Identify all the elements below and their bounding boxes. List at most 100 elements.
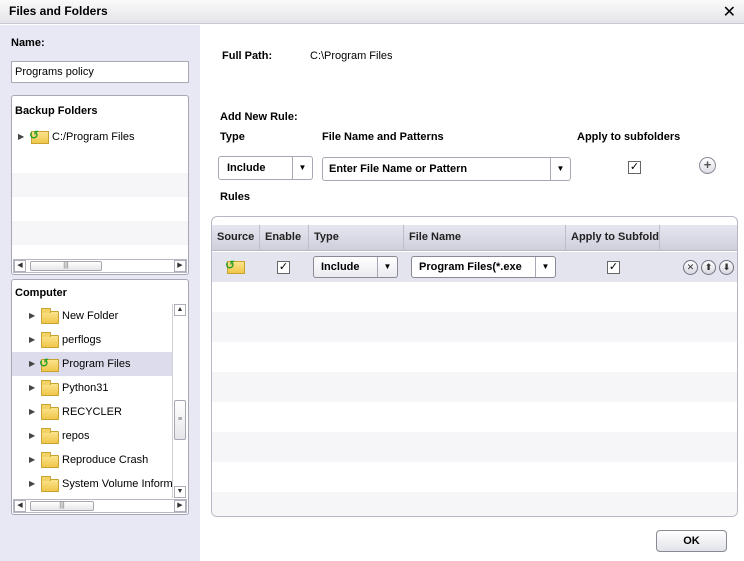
ok-button[interactable]: OK	[656, 530, 727, 552]
name-label: Name:	[11, 37, 45, 49]
tree-item-perflogs[interactable]: ▶ perflogs	[12, 328, 172, 352]
rules-heading: Rules	[220, 191, 250, 203]
type-select[interactable]: Include ▼	[218, 156, 313, 180]
backup-folders-heading: Backup Folders	[15, 105, 98, 117]
pattern-input[interactable]: Enter File Name or Pattern ▼	[322, 157, 571, 181]
scroll-down-icon[interactable]: ▼	[174, 486, 186, 498]
computer-hscrollbar[interactable]: ◀ ||| ▶	[13, 499, 187, 513]
arrow-down-icon[interactable]: ⬇	[719, 260, 734, 275]
restore-folder-icon: ↺	[39, 356, 59, 372]
tree-item-system-volume[interactable]: ▶ System Volume Information	[12, 472, 172, 496]
folder-icon	[41, 404, 59, 420]
tree-item-label: perflogs	[62, 334, 102, 346]
apply-subfolders-checkbox[interactable]: ✓	[628, 161, 641, 174]
rules-grid-header: Source Enable Type File Name Apply to Su…	[212, 225, 737, 251]
col-file-name[interactable]: File Name	[404, 225, 566, 250]
scroll-thumb[interactable]: |||	[30, 261, 102, 271]
rule-apply-subfolders-checkbox[interactable]: ✓	[607, 261, 620, 274]
expand-arrow-icon[interactable]: ▶	[29, 455, 35, 464]
backup-folder-item[interactable]: ▶ ↺ C:/Program Files	[12, 125, 188, 149]
col-source[interactable]: Source	[212, 225, 260, 250]
table-row[interactable]: ↺ ✓ Include ▼ Program Files(*.exe ▼ ✓ ✕ …	[212, 252, 737, 282]
rule-file-name-value: Program Files(*.exe	[419, 261, 522, 273]
chevron-down-icon[interactable]: ▼	[292, 157, 312, 179]
restore-folder-icon: ↺	[225, 258, 245, 274]
rule-file-name-input[interactable]: Program Files(*.exe ▼	[411, 256, 556, 278]
col-enable[interactable]: Enable	[260, 225, 309, 250]
arrow-up-icon[interactable]: ⬆	[701, 260, 716, 275]
expand-arrow-icon[interactable]: ▶	[29, 359, 35, 368]
type-label: Type	[220, 131, 245, 143]
check-icon: ✓	[608, 261, 619, 273]
scroll-thumb[interactable]: ≡	[174, 400, 186, 440]
full-path-value: C:\Program Files	[310, 50, 393, 62]
tree-item-new-folder[interactable]: ▶ New Folder	[12, 304, 172, 328]
scroll-right-icon[interactable]: ▶	[174, 500, 186, 512]
expand-arrow-icon[interactable]: ▶	[29, 383, 35, 392]
left-panel: Name: Programs policy Backup Folders ▶ ↺…	[0, 25, 200, 561]
tree-item-label: Python31	[62, 382, 109, 394]
folder-icon	[41, 380, 59, 396]
tree-item-repos[interactable]: ▶ repos	[12, 424, 172, 448]
scroll-left-icon[interactable]: ◀	[14, 500, 26, 512]
tree-item-python31[interactable]: ▶ Python31	[12, 376, 172, 400]
check-icon: ✓	[629, 161, 640, 173]
scroll-right-icon[interactable]: ▶	[174, 260, 186, 272]
tree-item-label: Reproduce Crash	[62, 454, 149, 466]
row-stripe	[212, 492, 737, 516]
tree-item-recycler[interactable]: ▶ RECYCLER	[12, 400, 172, 424]
row-stripe	[212, 432, 737, 462]
chevron-down-icon[interactable]: ▼	[377, 257, 397, 277]
pattern-label: File Name and Patterns	[322, 131, 444, 143]
enable-checkbox[interactable]: ✓	[277, 261, 290, 274]
scroll-up-icon[interactable]: ▲	[174, 304, 186, 316]
type-select-value: Include	[227, 162, 266, 174]
col-apply-subfolders[interactable]: Apply to Subfolders	[566, 225, 660, 250]
chevron-down-icon[interactable]: ▼	[550, 158, 570, 180]
rule-type-select[interactable]: Include ▼	[313, 256, 398, 278]
close-icon[interactable]: ✕	[723, 2, 736, 22]
tree-item-reproduce-crash[interactable]: ▶ Reproduce Crash	[12, 448, 172, 472]
expand-arrow-icon[interactable]: ▶	[29, 479, 35, 488]
window-title: Files and Folders	[9, 4, 108, 18]
computer-heading: Computer	[15, 287, 67, 299]
rule-type-value: Include	[321, 261, 360, 273]
row-stripe	[12, 173, 188, 197]
tree-item-label: repos	[62, 430, 90, 442]
expand-arrow-icon[interactable]: ▶	[29, 431, 35, 440]
row-stripe	[12, 221, 188, 245]
backup-hscrollbar[interactable]: ◀ ||| ▶	[13, 259, 187, 273]
tree-item-label: New Folder	[62, 310, 119, 322]
col-actions	[660, 225, 737, 250]
tree-item-program-files[interactable]: ▶ ↺ Program Files	[12, 352, 172, 376]
plus-icon[interactable]: +	[699, 157, 716, 174]
computer-vscrollbar[interactable]: ▲ ≡ ▼	[172, 304, 186, 498]
expand-arrow-icon[interactable]: ▶	[18, 132, 24, 141]
name-field[interactable]: Programs policy	[11, 61, 189, 83]
tree-item-label: RECYCLER	[62, 406, 122, 418]
add-rule-heading: Add New Rule:	[220, 111, 298, 123]
row-stripe	[212, 372, 737, 402]
backup-folders-panel: Backup Folders ▶ ↺ C:/Program Files ◀ ||…	[11, 95, 189, 275]
computer-panel: Computer ▶ New Folder ▶ perflogs ▶ ↺ Pro…	[11, 279, 189, 515]
folder-icon	[41, 452, 59, 468]
title-bar: Files and Folders ✕	[0, 0, 744, 24]
backup-folder-label: C:/Program Files	[52, 131, 135, 143]
chevron-down-icon[interactable]: ▼	[535, 257, 555, 277]
subfolders-label: Apply to subfolders	[577, 131, 681, 143]
expand-arrow-icon[interactable]: ▶	[29, 311, 35, 320]
col-type[interactable]: Type	[309, 225, 404, 250]
folder-icon	[41, 332, 59, 348]
name-field-value: Programs policy	[15, 66, 94, 78]
tree-item-label: System Volume Information	[62, 478, 172, 490]
tree-item-label: Program Files	[62, 358, 131, 370]
delete-icon[interactable]: ✕	[683, 260, 698, 275]
scroll-thumb[interactable]: |||	[30, 501, 94, 511]
rules-grid: Source Enable Type File Name Apply to Su…	[211, 216, 738, 517]
restore-folder-icon: ↺	[29, 128, 49, 144]
scroll-left-icon[interactable]: ◀	[14, 260, 26, 272]
folder-icon	[41, 476, 59, 492]
folder-icon	[41, 428, 59, 444]
expand-arrow-icon[interactable]: ▶	[29, 407, 35, 416]
expand-arrow-icon[interactable]: ▶	[29, 335, 35, 344]
